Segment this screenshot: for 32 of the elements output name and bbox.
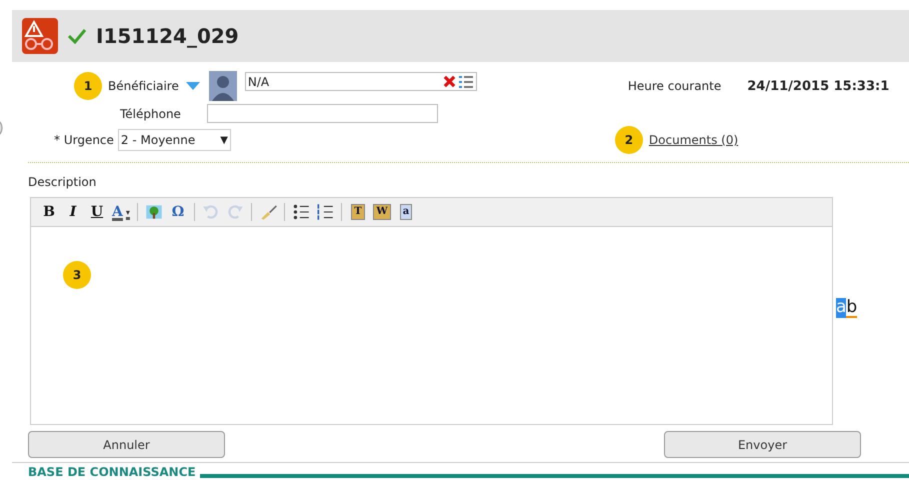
clear-icon[interactable] — [442, 74, 456, 88]
field-label: Bénéficiaire — [108, 79, 179, 93]
bullet-list-icon[interactable] — [291, 202, 311, 222]
avatar-icon — [208, 71, 237, 101]
dropdown-triangle-icon[interactable] — [186, 82, 200, 90]
clock-label: Heure courante — [628, 79, 722, 93]
urgency-select[interactable]: 2 - Moyenne ▼ — [118, 129, 231, 151]
step-badge: 1 — [74, 72, 102, 100]
symbol-button[interactable]: Ω — [168, 202, 188, 222]
rich-text-editor[interactable]: B I U A ▾ Ω T W a 3 — [30, 197, 833, 425]
underline-button[interactable]: U — [87, 202, 107, 222]
form-button[interactable]: Annuler — [28, 431, 225, 458]
phone-field[interactable] — [206, 104, 438, 123]
field-label: * Urgence — [54, 133, 114, 147]
italic-button[interactable]: I — [63, 202, 83, 222]
clock-value: 24/11/2015 15:33:1 — [747, 78, 890, 94]
step-badge: 3 — [63, 261, 91, 289]
paste-word-button[interactable]: W — [372, 202, 392, 222]
form-button[interactable]: Envoyer — [664, 431, 861, 458]
section-title: BASE DE CONNAISSANCE — [28, 466, 196, 479]
beneficiary-field[interactable]: N/A — [244, 72, 477, 91]
warning-glasses-logo — [22, 18, 58, 54]
bold-button[interactable]: B — [39, 202, 59, 222]
documents-link[interactable]: Documents (0) — [648, 133, 738, 147]
field-value: N/A — [248, 74, 270, 88]
description-label: Description — [28, 175, 98, 189]
step-badge: 2 — [614, 126, 643, 154]
field-label: Téléphone — [120, 106, 181, 120]
list-icon[interactable] — [458, 74, 474, 88]
numbered-list-icon[interactable] — [315, 202, 335, 222]
color-button[interactable]: A ▾ — [111, 202, 131, 222]
ticket-title: I151124_029 — [96, 24, 239, 48]
